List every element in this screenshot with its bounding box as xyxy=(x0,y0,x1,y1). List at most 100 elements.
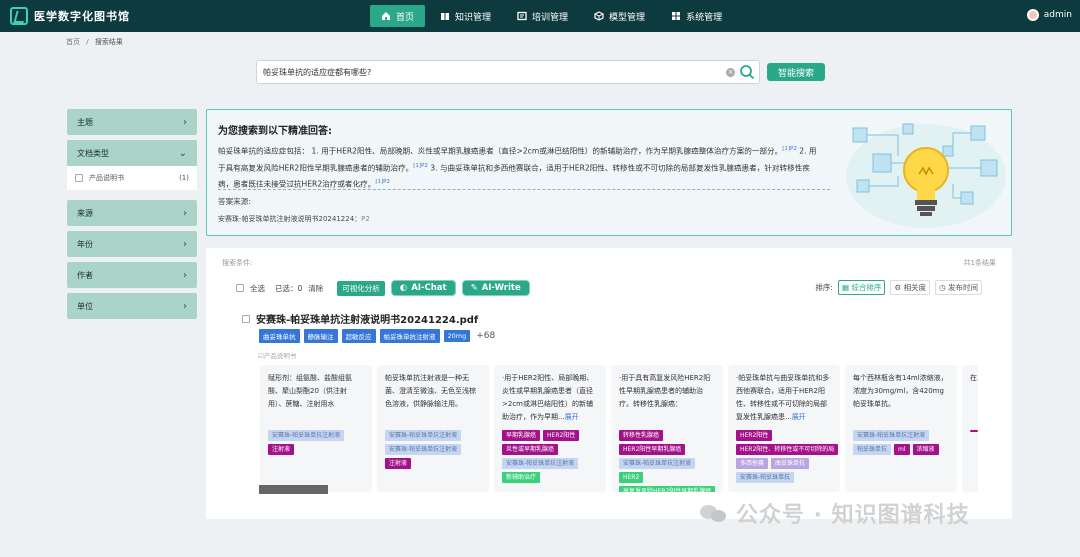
entity-chip[interactable]: 安赛珠-帕妥珠单抗注射液 xyxy=(268,430,345,441)
nav-home[interactable]: 首页 xyxy=(370,5,426,27)
entity-chip[interactable]: 新辅助治疗 xyxy=(502,472,541,483)
option-checkbox[interactable] xyxy=(75,174,83,182)
select-all-checkbox[interactable] xyxy=(236,284,244,292)
app-logo[interactable]: 医学数字化图书馆 xyxy=(10,7,130,25)
filter-label: 单位 xyxy=(77,301,93,311)
sort-comprehensive[interactable]: ▦ 综合排序 xyxy=(837,280,886,295)
sort-option-label: 发布时间 xyxy=(948,283,978,292)
select-all-label[interactable]: 全选 xyxy=(250,283,265,294)
gear-icon: ⚙ xyxy=(894,283,902,292)
search-icon[interactable] xyxy=(739,64,755,80)
entity-chip[interactable]: 多西他赛 xyxy=(736,458,769,469)
snippet-card[interactable]: ·用于HER2阳性、局部晚期、炎性或早期乳腺癌患者（直径>2cm或淋巴结阳性）的… xyxy=(494,365,606,492)
entity-chip[interactable]: 注射液 xyxy=(268,444,295,455)
citation-link[interactable]: [1]P2 xyxy=(782,146,797,152)
snippet-body: 帕妥珠单抗注射液是一种无菌、澄清至微浊、无色至浅棕色溶液，供静脉输注用。 xyxy=(385,374,476,408)
expand-link[interactable]: 展开 xyxy=(792,413,806,421)
entity-chip[interactable]: 转移性乳腺癌 xyxy=(619,430,664,441)
sort-date[interactable]: ◷ 发布时间 xyxy=(935,280,982,295)
ai-chat-button[interactable]: ◐ AI-Chat xyxy=(390,280,456,296)
nav-model[interactable]: 模型管理 xyxy=(583,5,656,27)
entity-chip[interactable]: 安赛珠-帕妥珠单抗注射液 xyxy=(502,458,579,469)
document-title[interactable]: 安赛珠-帕妥珠单抗注射液说明书20241224.pdf xyxy=(242,311,478,326)
main-nav: 首页 知识管理 培训管理 模型管理 系统管理 xyxy=(370,5,733,27)
entity-chip[interactable]: 安赛珠-帕妥珠单抗注射液 xyxy=(385,444,462,455)
citation-link[interactable]: [1]P2 xyxy=(413,163,428,169)
entity-chip[interactable] xyxy=(970,430,978,432)
entity-chips: 转移性乳腺癌 HER2阳性早期乳腺癌 安赛珠-帕妥珠单抗注射液 HER2 高复发风险HE… xyxy=(619,430,716,492)
snippet-card[interactable]: 帕妥珠单抗注射液是一种无菌、澄清至微浊、无色至浅棕色溶液，供静脉输注用。安赛珠-… xyxy=(377,365,489,492)
entity-chip[interactable]: HER2阳性 xyxy=(736,430,773,441)
snippet-text: 在... xyxy=(970,372,978,428)
nav-training[interactable]: 培训管理 xyxy=(506,5,579,27)
source-link[interactable]: 安赛珠-帕妥珠单抗注射液说明书20241224：P2 xyxy=(218,214,370,224)
entity-chip[interactable]: HER2阳性 xyxy=(543,430,580,441)
entity-chip[interactable]: 安赛珠-帕妥珠单抗注射液 xyxy=(853,430,930,441)
entity-chip[interactable]: 早期乳腺癌 xyxy=(502,430,541,441)
entity-chips xyxy=(970,430,978,432)
keyword-tag[interactable]: 曲妥珠单抗 xyxy=(259,329,300,343)
snippet-text: ·用于具有高复发风险HER2阳性早期乳腺癌患者的辅助治疗。转移性乳腺癌： xyxy=(619,372,715,428)
nav-system[interactable]: 系统管理 xyxy=(660,5,733,27)
filter-topic[interactable]: 主题 › xyxy=(67,109,197,135)
entity-chip[interactable]: 曲妥珠单抗 xyxy=(771,458,810,469)
sort-relevance[interactable]: ⚙ 相关度 xyxy=(890,280,931,295)
filter-label: 主题 xyxy=(77,117,93,127)
entity-chip[interactable]: HER2阳性早期乳腺癌 xyxy=(619,444,686,455)
entity-chip[interactable]: 安赛珠-帕妥珠单抗注射液 xyxy=(385,430,462,441)
horizontal-scrollbar[interactable] xyxy=(259,485,328,494)
clear-icon[interactable]: × xyxy=(726,68,735,77)
source-doc: 安赛珠-帕妥珠单抗注射液说明书20241224 xyxy=(218,215,355,223)
snippet-card[interactable]: ·帕妥珠单抗与曲妥珠单抗和多西他赛联合，适用于HER2阳性、转移性或不可切除的局… xyxy=(728,365,840,492)
result-count: 共1条结果 xyxy=(963,259,996,267)
filter-option[interactable]: 产品说明书 (1) xyxy=(67,166,197,190)
keyword-tag[interactable]: 静脉输注 xyxy=(303,329,338,343)
breadcrumb-home[interactable]: 首页 xyxy=(66,38,80,46)
sort-bar: 排序: ▦ 综合排序 ⚙ 相关度 ◷ 发布时间 xyxy=(815,280,982,295)
ai-write-button[interactable]: ✎ AI-Write xyxy=(461,280,530,296)
entity-chip[interactable]: 帕妥珠单抗 xyxy=(853,444,892,455)
snippet-body: ·用于HER2阳性、局部晚期、炎性或早期乳腺癌患者（直径>2cm或淋巴结阳性）的… xyxy=(502,374,594,421)
nav-label: 模型管理 xyxy=(609,12,646,23)
entity-chip[interactable]: 安赛珠-帕妥珠单抗注射液 xyxy=(619,458,696,469)
snippet-text: 每个西林瓶含有14ml浓缩液，浓度为30mg/ml，含420mg帕妥珠单抗。 xyxy=(853,372,949,428)
keyword-tag[interactable]: 帕妥珠单抗注射液 xyxy=(379,329,440,343)
search-input[interactable] xyxy=(263,65,703,80)
smart-search-button[interactable]: 智能搜索 xyxy=(767,63,825,81)
visual-analysis-button[interactable]: 可视化分析 xyxy=(337,280,385,296)
more-tags[interactable]: +68 xyxy=(476,331,495,341)
snippet-card[interactable]: ·用于具有高复发风险HER2阳性早期乳腺癌患者的辅助治疗。转移性乳腺癌： 转移性乳… xyxy=(611,365,723,492)
filter-doc-type[interactable]: 文档类型 ⌄ 产品说明书 (1) xyxy=(67,140,197,190)
nav-knowledge[interactable]: 知识管理 xyxy=(429,5,502,27)
entity-chip[interactable]: 安赛珠-帕妥珠单抗 xyxy=(736,472,795,483)
entity-chip[interactable]: HER2 xyxy=(619,472,644,483)
user-menu[interactable]: admin xyxy=(1026,9,1072,21)
doc-tags: 曲妥珠单抗 静脉输注 超敏反应 帕妥珠单抗注射液 20mg +68 xyxy=(259,329,495,343)
entity-chip[interactable]: 注射液 xyxy=(385,458,412,469)
snippet-card[interactable]: 每个西林瓶含有14ml浓缩液，浓度为30mg/ml，含420mg帕妥珠单抗。安赛… xyxy=(845,365,957,492)
list-icon: ▦ xyxy=(841,283,850,292)
citation-link[interactable]: [1]P2 xyxy=(375,179,390,185)
chat-icon: ◐ xyxy=(399,283,408,293)
entity-chip[interactable]: 炎性或早期乳腺癌 xyxy=(502,444,559,455)
clear-button[interactable]: 清除 xyxy=(308,283,323,294)
entity-chip[interactable]: ml xyxy=(894,444,910,455)
filter-org[interactable]: 单位 › xyxy=(67,293,197,319)
expand-link[interactable]: 展开 xyxy=(565,413,579,421)
doc-checkbox[interactable] xyxy=(242,314,250,323)
keyword-tag[interactable]: 超敏反应 xyxy=(341,329,376,343)
entity-chip[interactable]: HER2阳性、转移性或不可切除的局 xyxy=(736,444,839,455)
entity-chip[interactable]: 浓缩液 xyxy=(912,444,939,455)
divider xyxy=(218,189,830,190)
source-page: P2 xyxy=(361,215,370,223)
doc-title-text: 安赛珠-帕妥珠单抗注射液说明书20241224.pdf xyxy=(256,315,479,326)
keyword-tag[interactable]: 20mg xyxy=(443,330,471,342)
filter-year[interactable]: 年份 › xyxy=(67,231,197,257)
clock-icon: ◷ xyxy=(939,283,946,292)
entity-chip[interactable]: 高复发风险HER2阳性早期乳腺癌 xyxy=(619,486,716,492)
snippet-card[interactable]: 在... xyxy=(962,365,978,492)
snippet-card[interactable]: 赋形剂：组氨酸、盐酸组氨酸、聚山梨酯20（供注射用）、蔗糖、注射用水 安赛珠-帕妥… xyxy=(260,365,372,492)
answer-panel: 为您搜索到以下精准回答: 帕妥珠单抗的适应症包括： 1. 用于HER2阳性、局部… xyxy=(206,109,1012,236)
filter-author[interactable]: 作者 › xyxy=(67,262,197,288)
filter-source[interactable]: 来源 › xyxy=(67,200,197,226)
